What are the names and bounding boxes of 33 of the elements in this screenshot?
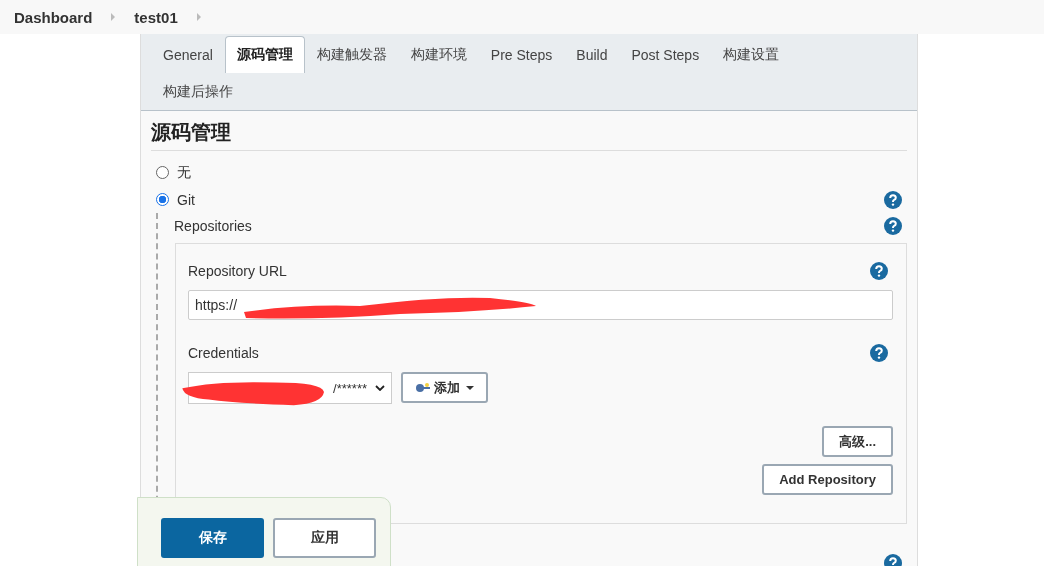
breadcrumb-link[interactable]: test01 — [134, 8, 178, 26]
advanced-button[interactable]: 高级... — [822, 426, 893, 457]
chevron-icon — [110, 13, 117, 21]
field-label: Credentials — [188, 345, 259, 361]
tab[interactable]: Pre Steps — [478, 36, 565, 73]
tab[interactable]: 构建环境 — [398, 36, 479, 73]
radio-button[interactable] — [156, 166, 169, 179]
chevron-icon — [195, 13, 202, 21]
help-icon[interactable] — [870, 262, 888, 280]
tab[interactable]: 构建设置 — [711, 36, 792, 73]
field-label: Repositories — [174, 218, 252, 234]
help-icon[interactable] — [884, 190, 902, 209]
field-label: Repository URL — [188, 263, 287, 279]
key-icon — [415, 382, 431, 393]
breadcrumb-link[interactable]: Dashboard — [14, 8, 93, 26]
section-title: 源码管理 — [151, 119, 907, 151]
tab[interactable]: Post Steps — [619, 36, 712, 73]
add-button[interactable]: 添加 — [401, 372, 488, 403]
radio-button[interactable] — [156, 193, 169, 206]
help-icon[interactable] — [870, 344, 888, 362]
save-button[interactable]: 保存 — [161, 518, 264, 558]
radio-label: 无 — [177, 163, 191, 182]
chevron-down-icon — [375, 385, 385, 391]
apply-button[interactable]: 应用 — [273, 518, 376, 558]
tab[interactable]: 源码管理 — [224, 36, 305, 73]
tab[interactable]: General — [151, 36, 225, 73]
tab[interactable]: Build — [564, 36, 620, 73]
add-repository-button[interactable]: Add Repository — [762, 464, 893, 495]
caret-icon — [466, 385, 474, 390]
radio-label: Git — [177, 191, 195, 208]
tab[interactable]: 构建触发器 — [304, 36, 399, 73]
help-icon[interactable] — [884, 217, 902, 235]
tab[interactable]: 构建后操作 — [151, 73, 245, 110]
